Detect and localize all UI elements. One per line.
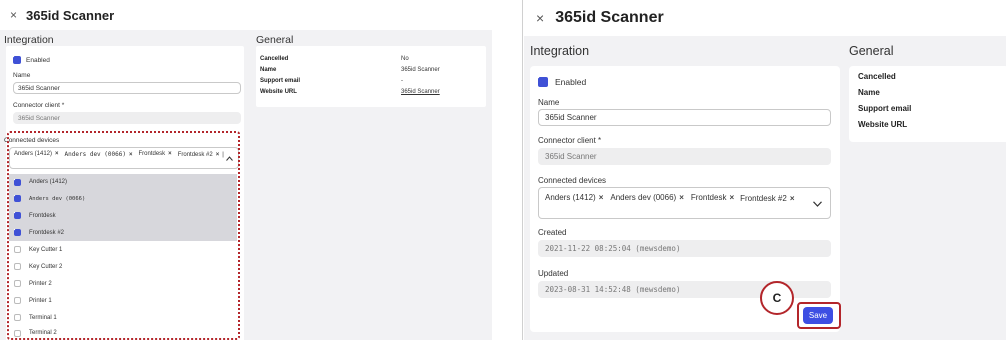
integration-card: Enabled Name 365id Scanner Connector cli… [530,66,840,332]
devices-select[interactable]: Anders (1412) × Anders dev (0066) × Frontd… [538,187,831,219]
enabled-checkbox[interactable] [13,56,21,64]
general-name-value: 365id Scanner [401,67,440,73]
connector-field: 365id Scanner [13,112,241,124]
general-cancelled-value: No [401,56,409,62]
enabled-label: Enabled [555,77,587,87]
device-chip[interactable]: Anders (1412) × [545,191,603,203]
connector-value: 365id Scanner [18,114,60,122]
connector-label: Connector client * [538,136,602,145]
general-card: Cancelled No Name 365id Scanner Support … [256,46,486,107]
close-icon[interactable]: × [10,8,17,22]
remove-icon[interactable]: × [599,193,604,202]
window-title: 365id Scanner [555,9,664,26]
general-heading: General [256,34,294,46]
name-label: Name [13,72,31,79]
connector-field: 365id Scanner [538,148,831,165]
content-area: Integration General Enabled Name 365id S… [0,30,492,340]
close-icon[interactable]: × [536,10,544,26]
remove-icon[interactable]: × [729,193,734,202]
general-name: Name [260,67,277,73]
enabled-row[interactable]: Enabled [538,77,586,87]
panel-divider [522,0,523,340]
created-value: 2021-11-22 08:25:04 (mewsdemo) [545,244,681,253]
name-input[interactable]: 365id Scanner [538,109,831,126]
device-chip[interactable]: Frontdesk #2 × [740,192,794,204]
general-website: Website URL [260,89,297,95]
general-heading: General [849,44,894,58]
general-name: Name [858,88,880,97]
updated-value: 2023-08-31 14:52:48 (mewsdemo) [545,285,681,294]
general-cancelled: Cancelled [260,56,289,62]
device-chip[interactable]: Frontdesk × [691,191,734,203]
general-support-value: - [401,78,403,84]
integration-heading: Integration [530,44,590,58]
general-support: Support email [260,78,301,84]
general-support: Support email [858,104,912,113]
created-label: Created [538,228,567,237]
save-highlight [797,302,841,329]
remove-icon[interactable]: × [790,194,795,203]
device-chip[interactable]: Anders dev (0066) × [610,191,684,203]
name-input[interactable]: 365id Scanner [13,82,241,94]
content-area: Integration General Enabled Name 365id S… [524,36,1006,340]
enabled-label: Enabled [26,56,50,64]
window-title: 365id Scanner [26,7,115,23]
remove-icon[interactable]: × [679,193,684,202]
integration-heading: Integration [4,34,54,46]
general-card: Cancelled Name Support email Website URL [849,66,1006,142]
updated-label: Updated [538,269,569,278]
name-label: Name [538,98,560,107]
chevron-down-icon[interactable] [813,201,822,207]
general-website: Website URL [858,120,908,129]
name-value: 365id Scanner [545,113,597,122]
title-bar: × 365id Scanner [0,0,492,30]
title-bar: × 365id Scanner [524,0,1006,36]
connector-label: Connector client * [13,102,65,109]
created-field: 2021-11-22 08:25:04 (mewsdemo) [538,240,831,257]
connector-value: 365id Scanner [545,152,597,161]
enabled-checkbox[interactable] [538,77,548,87]
left-screenshot: × 365id Scanner Integration General Enab… [0,0,492,340]
annotation-marker-c: C [760,281,794,315]
dropdown-highlight [7,131,240,340]
enabled-row[interactable]: Enabled [13,56,50,64]
general-website-link[interactable]: 365id Scanner [401,89,440,95]
devices-label: Connected devices [538,176,607,185]
right-screenshot: × 365id Scanner Integration General Enab… [524,0,1006,340]
general-cancelled: Cancelled [858,72,896,81]
name-value: 365id Scanner [18,84,60,92]
